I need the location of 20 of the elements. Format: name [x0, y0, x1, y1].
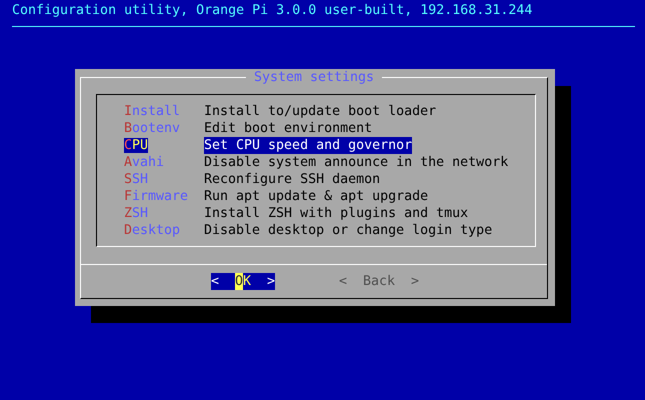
- item-description: Set CPU speed and governor: [204, 137, 412, 154]
- dialog-title: System settings: [246, 69, 382, 86]
- menu-item[interactable]: Avahi: [124, 155, 164, 170]
- item-description: Disable system announce in the network: [204, 154, 508, 171]
- menu-item[interactable]: Firmware: [124, 189, 188, 204]
- item-description: Install to/update boot loader: [204, 103, 436, 120]
- dialog-button[interactable]: < Back >: [338, 273, 420, 290]
- menu-item[interactable]: Desktop: [124, 223, 180, 238]
- item-description: Reconfigure SSH daemon: [204, 171, 380, 188]
- item-description: Run apt update & apt upgrade: [204, 188, 428, 205]
- menu-item[interactable]: Bootenv: [124, 121, 180, 136]
- item-description: Disable desktop or change login type: [204, 222, 492, 239]
- item-description: Install ZSH with plugins and tmux: [204, 205, 468, 222]
- menu-item[interactable]: SSH: [124, 172, 148, 187]
- item-description: Edit boot environment: [204, 120, 372, 137]
- dialog-button[interactable]: < OK >: [210, 273, 275, 290]
- menu-item[interactable]: Install: [124, 104, 180, 119]
- menu-item[interactable]: ZSH: [124, 206, 148, 221]
- menu-item[interactable]: CPU: [124, 138, 148, 153]
- header-title: Configuration utility, Orange Pi 3.0.0 user-built, 192.168.31.244: [12, 2, 532, 19]
